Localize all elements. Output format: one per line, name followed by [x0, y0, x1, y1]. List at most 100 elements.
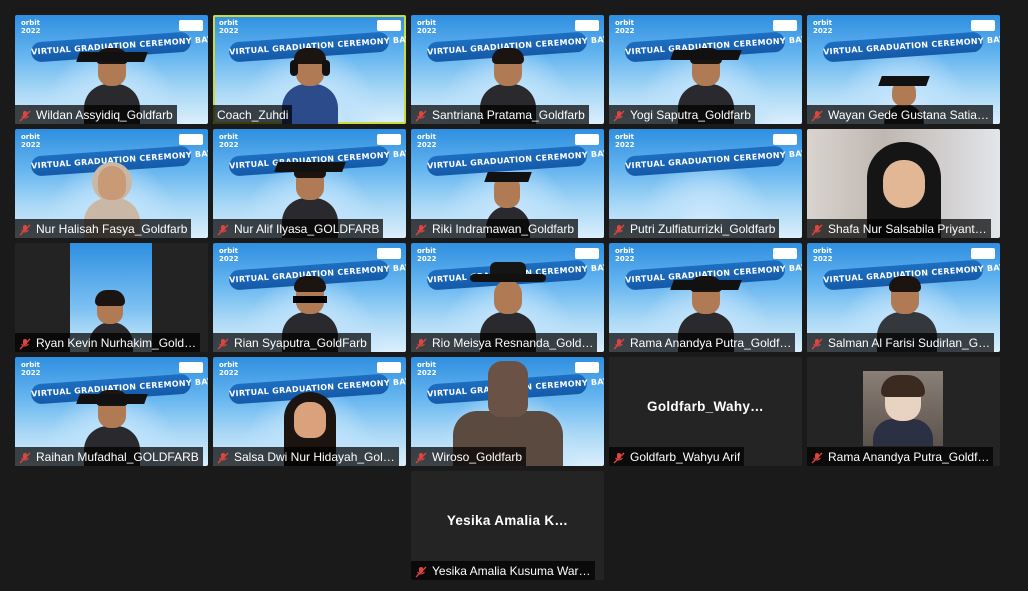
participant-tile-video-off[interactable]: Yesika Amalia K… Yesika Amalia Kusuma Wa…: [411, 471, 604, 580]
profile-picture: [863, 371, 943, 446]
participant-name-bar: Coach_Zuhdi: [213, 105, 293, 124]
participant-display-name: Goldfarb_Wahy…: [647, 399, 764, 414]
participant-tile[interactable]: orbit 2022 VIRTUAL GRADUATION CEREMONY B…: [213, 243, 406, 352]
participant-name: Salman Al Farisi Sudirlan_G…: [828, 335, 991, 350]
mic-muted-icon: [19, 337, 31, 349]
participant-tile[interactable]: Ryan Kevin Nurhakim_Gold…: [15, 243, 208, 352]
participant-name: Rian Syaputra_GoldFarb: [234, 335, 367, 350]
participant-display-name: Yesika Amalia K…: [446, 513, 569, 528]
orbit-logo: orbit 2022: [417, 133, 437, 149]
participant-tile[interactable]: orbit 2022 VIRTUAL GRADUATION CEREMONY B…: [609, 129, 802, 238]
participant-tile[interactable]: orbit 2022 VIRTUAL GRADUATION CEREMONY B…: [411, 357, 604, 466]
participant-name-bar: Rama Anandya Putra_Goldf…: [807, 447, 994, 466]
sponsor-logo: [773, 248, 797, 259]
sponsor-logo: [773, 20, 797, 31]
mic-muted-icon: [613, 337, 625, 349]
mic-muted-icon: [811, 451, 823, 463]
participant-tile[interactable]: orbit 2022 VIRTUAL GRADUATION CEREMONY B…: [213, 357, 406, 466]
orbit-logo: orbit 2022: [219, 133, 239, 149]
participant-name: Shafa Nur Salsabila Priyant…: [828, 221, 987, 236]
mic-muted-icon: [811, 337, 823, 349]
mic-muted-icon: [19, 451, 31, 463]
participant-tile[interactable]: orbit 2022 VIRTUAL GRADUATION CEREMONY B…: [807, 15, 1000, 124]
orbit-logo: orbit 2022: [615, 19, 635, 35]
orbit-logo: orbit 2022: [21, 361, 41, 377]
participant-name: Raihan Mufadhal_GOLDFARB: [36, 449, 199, 464]
sponsor-logo: [179, 134, 203, 145]
participant-name: Rama Anandya Putra_Goldf…: [828, 449, 990, 464]
orbit-logo: orbit 2022: [219, 361, 239, 377]
participant-name-bar: Yogi Saputra_Goldfarb: [609, 105, 755, 124]
participant-name-bar: Rama Anandya Putra_Goldf…: [609, 333, 796, 352]
sponsor-logo: [377, 362, 401, 373]
mic-muted-icon: [217, 337, 229, 349]
participant-name-bar: Putri Zulfiaturrizki_Goldfarb: [609, 219, 780, 238]
participant-tile-avatar[interactable]: Rama Anandya Putra_Goldf…: [807, 357, 1000, 466]
participant-tile[interactable]: orbit 2022 VIRTUAL GRADUATION CEREMONY B…: [807, 243, 1000, 352]
mic-muted-icon: [19, 223, 31, 235]
participant-name: Wayan Gede Gustana Satia…: [828, 107, 989, 122]
sponsor-logo: [773, 134, 797, 145]
sponsor-logo: [377, 134, 401, 145]
orbit-logo: orbit 2022: [417, 361, 437, 377]
participant-tile[interactable]: orbit 2022 VIRTUAL GRADUATION CEREMONY B…: [213, 129, 406, 238]
mic-muted-icon: [415, 223, 427, 235]
sponsor-logo: [971, 248, 995, 259]
participant-name: Goldfarb_Wahyu Arif: [630, 449, 741, 464]
participant-name: Salsa Dwi Nur Hidayah_Gol…: [234, 449, 395, 464]
participant-name-bar: Goldfarb_Wahyu Arif: [609, 447, 745, 466]
participant-name: Putri Zulfiaturrizki_Goldfarb: [630, 221, 776, 236]
participant-tile[interactable]: Shafa Nur Salsabila Priyant…: [807, 129, 1000, 238]
participant-name-bar: Rian Syaputra_GoldFarb: [213, 333, 371, 352]
sponsor-logo: [179, 20, 203, 31]
participant-name-bar: Riki Indramawan_Goldfarb: [411, 219, 579, 238]
participant-name: Coach_Zuhdi: [217, 107, 289, 122]
participant-name-bar: Wayan Gede Gustana Satia…: [807, 105, 993, 124]
mic-muted-icon: [415, 451, 427, 463]
participant-name-bar: Raihan Mufadhal_GOLDFARB: [15, 447, 203, 466]
participant-name-bar: Santriana Pratama_Goldfarb: [411, 105, 589, 124]
participant-tile[interactable]: orbit 2022 VIRTUAL GRADUATION CEREMONY B…: [15, 15, 208, 124]
sponsor-logo: [179, 362, 203, 373]
gallery-grid: orbit 2022 VIRTUAL GRADUATION CEREMONY B…: [15, 15, 1000, 580]
participant-tile[interactable]: orbit 2022 VIRTUAL GRADUATION CEREMONY B…: [15, 357, 208, 466]
mic-muted-icon: [415, 565, 427, 577]
participant-tile[interactable]: orbit 2022 VIRTUAL GRADUATION CEREMONY B…: [15, 129, 208, 238]
sponsor-logo: [575, 134, 599, 145]
participant-name-bar: Rio Meisya Resnanda_Gold…: [411, 333, 598, 352]
participant-tile[interactable]: orbit 2022 VIRTUAL GRADUATION CEREMONY B…: [609, 15, 802, 124]
participant-name-bar: Wildan Assyidiq_Goldfarb: [15, 105, 177, 124]
participant-tile[interactable]: orbit 2022 VIRTUAL GRADUATION CEREMONY B…: [411, 243, 604, 352]
orbit-logo: orbit 2022: [21, 133, 41, 149]
participant-tile[interactable]: orbit 2022 VIRTUAL GRADUATION CEREMONY B…: [411, 129, 604, 238]
orbit-logo: orbit 2022: [219, 19, 239, 35]
participant-name: Rio Meisya Resnanda_Gold…: [432, 335, 594, 350]
mic-muted-icon: [415, 109, 427, 121]
participant-name: Ryan Kevin Nurhakim_Gold…: [36, 335, 197, 350]
sponsor-logo: [575, 248, 599, 259]
participant-name: Yesika Amalia Kusuma War…: [432, 563, 591, 578]
mic-muted-icon: [217, 451, 229, 463]
participant-name-bar: Nur Alif Ilyasa_GOLDFARB: [213, 219, 384, 238]
mic-muted-icon: [613, 223, 625, 235]
participant-name: Wildan Assyidiq_Goldfarb: [36, 107, 173, 122]
orbit-logo: orbit 2022: [615, 247, 635, 263]
participant-name-bar: Ryan Kevin Nurhakim_Gold…: [15, 333, 201, 352]
sponsor-logo: [377, 20, 401, 31]
orbit-logo: orbit 2022: [219, 247, 239, 263]
orbit-logo: orbit 2022: [21, 19, 41, 35]
mic-muted-icon: [415, 337, 427, 349]
sunglasses-icon: [292, 296, 327, 303]
participant-name: Rama Anandya Putra_Goldf…: [630, 335, 792, 350]
graduation-banner: VIRTUAL GRADUATION CEREMONY BATCH 3: [822, 31, 1000, 63]
participant-tile[interactable]: orbit 2022 VIRTUAL GRADUATION CEREMONY B…: [411, 15, 604, 124]
mic-muted-icon: [811, 109, 823, 121]
participant-tile-video-off[interactable]: Goldfarb_Wahy… Goldfarb_Wahyu Arif: [609, 357, 802, 466]
participant-name: Santriana Pratama_Goldfarb: [432, 107, 585, 122]
sponsor-logo: [377, 248, 401, 259]
sponsor-logo: [971, 20, 995, 31]
orbit-logo: orbit 2022: [417, 247, 437, 263]
mic-muted-icon: [613, 451, 625, 463]
participant-tile-active-speaker[interactable]: orbit 2022 VIRTUAL GRADUATION CEREMONY B…: [213, 15, 406, 124]
participant-tile[interactable]: orbit 2022 VIRTUAL GRADUATION CEREMONY B…: [609, 243, 802, 352]
